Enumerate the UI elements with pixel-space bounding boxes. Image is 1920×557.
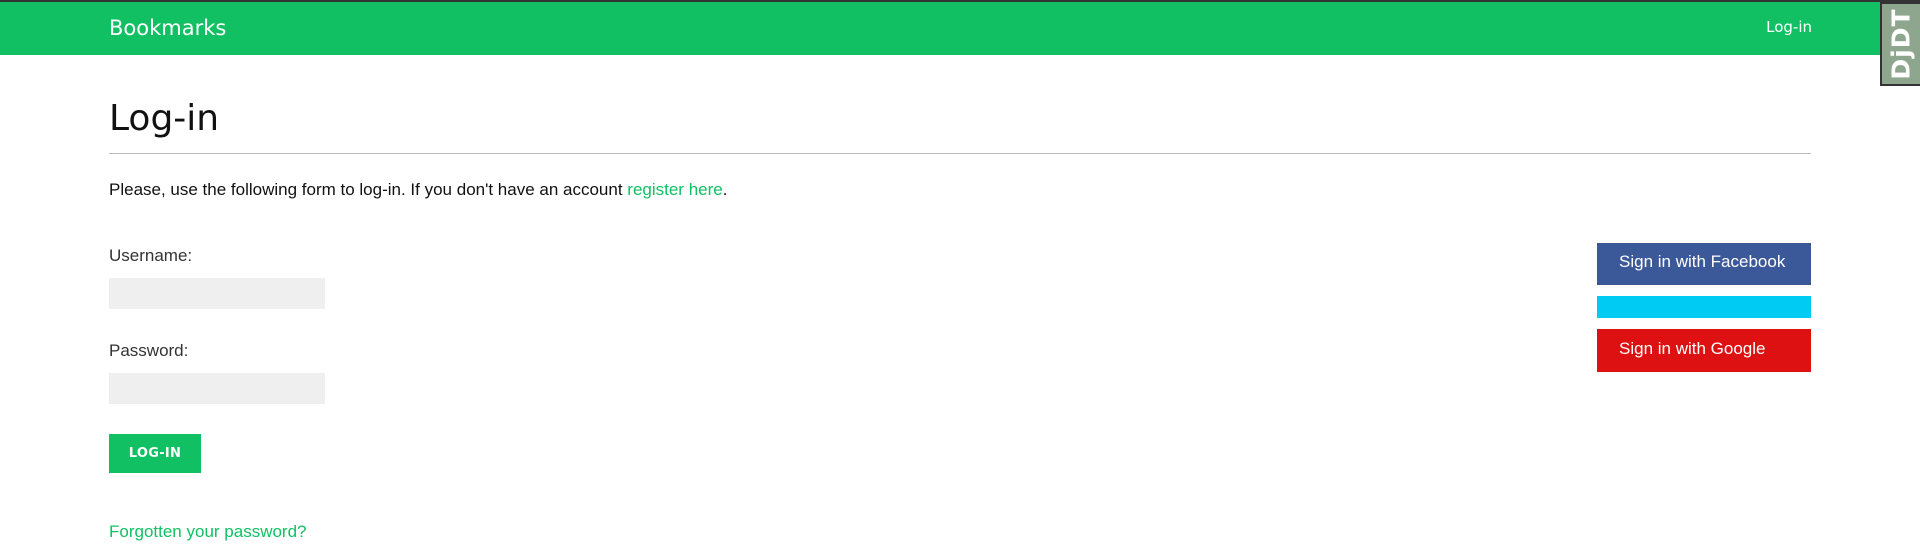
site-logo[interactable]: Bookmarks xyxy=(109,16,226,40)
register-link[interactable]: register here xyxy=(627,180,722,199)
debug-toolbar-handle[interactable]: DjDT xyxy=(1880,2,1920,86)
password-label: Password: xyxy=(109,341,189,360)
google-signin-button[interactable]: Sign in with Google xyxy=(1597,329,1811,372)
header-login-link[interactable]: Log-in xyxy=(1766,18,1812,36)
login-submit-button[interactable]: LOG-IN xyxy=(109,434,201,473)
site-header: Bookmarks Log-in xyxy=(0,0,1920,55)
title-divider xyxy=(109,153,1811,154)
intro-period: . xyxy=(722,180,728,199)
username-input[interactable] xyxy=(109,278,325,309)
username-label: Username: xyxy=(109,246,193,265)
intro-message: Please, use the following form to log-in… xyxy=(109,180,628,199)
page-title: Log-in xyxy=(109,98,220,139)
facebook-signin-button[interactable]: Sign in with Facebook xyxy=(1597,243,1811,285)
debug-toolbar-label: DjDT xyxy=(1886,8,1916,80)
intro-text: Please, use the following form to log-in… xyxy=(109,180,727,200)
forgot-password-link[interactable]: Forgotten your password? xyxy=(109,522,307,542)
twitter-signin-button[interactable] xyxy=(1597,296,1811,318)
password-input[interactable] xyxy=(109,373,325,404)
